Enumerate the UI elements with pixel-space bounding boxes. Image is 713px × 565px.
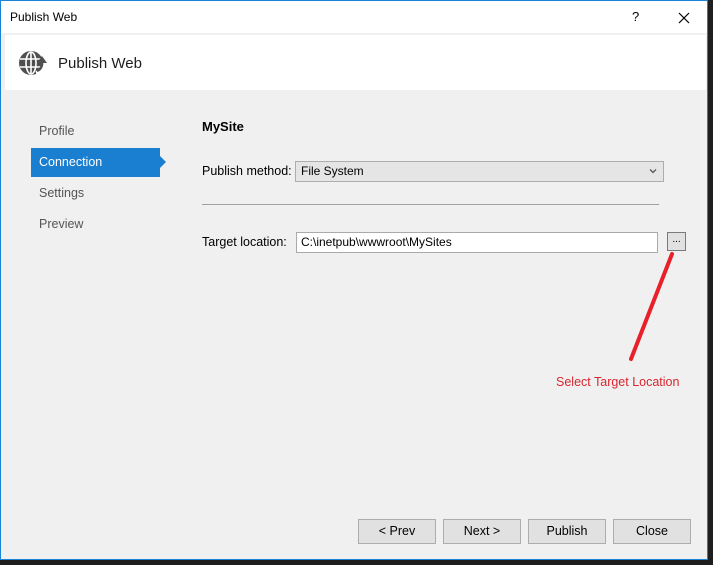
wizard-nav: Profile Connection Settings Preview bbox=[31, 117, 171, 241]
publish-method-label: Publish method: bbox=[202, 164, 292, 178]
window-title: Publish Web bbox=[10, 10, 78, 24]
browse-button[interactable]: ... bbox=[667, 232, 686, 251]
nav-item-connection[interactable]: Connection bbox=[31, 148, 166, 177]
close-button[interactable]: Close bbox=[613, 519, 691, 544]
nav-item-preview[interactable]: Preview bbox=[31, 210, 160, 239]
nav-item-profile[interactable]: Profile bbox=[31, 117, 160, 146]
publish-button[interactable]: Publish bbox=[528, 519, 606, 544]
publish-method-select[interactable]: File System bbox=[295, 161, 664, 182]
annotation-label: Select Target Location bbox=[556, 375, 680, 389]
nav-item-settings[interactable]: Settings bbox=[31, 179, 160, 208]
publish-web-dialog: Publish Web ? Publish Web Profile Connec… bbox=[0, 0, 708, 560]
profile-name: MySite bbox=[202, 119, 244, 134]
chevron-down-icon bbox=[649, 169, 657, 174]
publish-method-value: File System bbox=[301, 164, 364, 178]
header-title: Publish Web bbox=[58, 55, 142, 72]
section-divider bbox=[202, 204, 659, 205]
dialog-header: Publish Web bbox=[5, 35, 706, 90]
globe-publish-icon bbox=[17, 48, 47, 78]
prev-button[interactable]: < Prev bbox=[358, 519, 436, 544]
close-window-button[interactable] bbox=[673, 7, 695, 29]
help-button[interactable]: ? bbox=[632, 9, 639, 24]
close-icon bbox=[678, 12, 690, 24]
target-location-input[interactable]: C:\inetpub\wwwroot\MySites bbox=[296, 232, 658, 253]
next-button[interactable]: Next > bbox=[443, 519, 521, 544]
title-bar: Publish Web ? bbox=[1, 1, 707, 33]
target-location-label: Target location: bbox=[202, 235, 287, 249]
